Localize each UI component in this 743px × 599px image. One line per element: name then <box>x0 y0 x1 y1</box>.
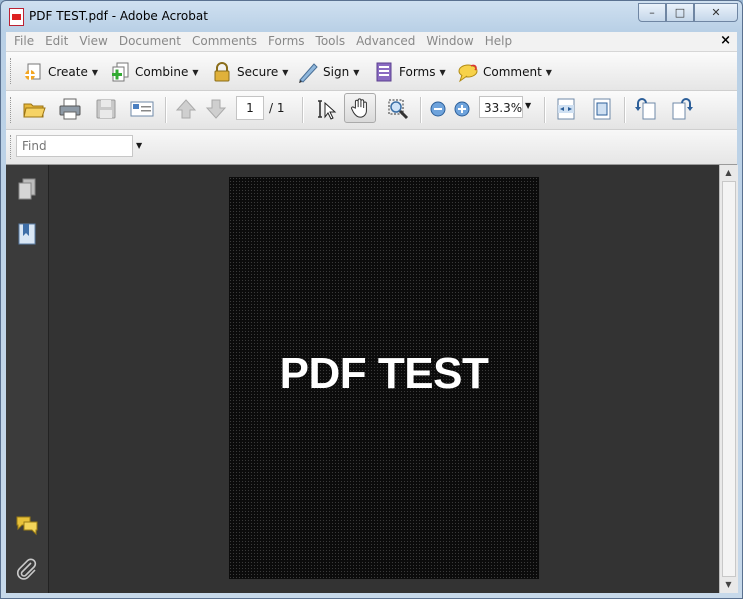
scroll-thumb[interactable] <box>722 181 736 577</box>
lock-icon <box>214 62 230 82</box>
page-total: / 1 <box>269 101 285 115</box>
combine-icon <box>112 62 129 82</box>
fit-page-icon[interactable] <box>590 97 614 121</box>
hand-tool-icon <box>351 98 367 118</box>
toolbar-grip[interactable] <box>10 135 14 159</box>
pdf-app-icon <box>9 8 24 26</box>
navigation-pane <box>6 165 49 593</box>
comments-icon[interactable] <box>15 513 39 537</box>
select-tool-icon[interactable] <box>314 97 338 121</box>
toolbar-grip[interactable] <box>10 97 14 123</box>
fit-width-icon[interactable] <box>554 97 578 121</box>
menu-edit[interactable]: Edit <box>45 32 68 51</box>
rotate-cw-icon[interactable] <box>670 97 694 121</box>
forms-button[interactable]: Forms ▼ <box>373 61 446 83</box>
acrobat-window: PDF TEST.pdf - Adobe Acrobat – □ ✕ File E… <box>0 0 743 599</box>
title-bar: PDF TEST.pdf - Adobe Acrobat – □ ✕ <box>1 1 742 31</box>
scroll-down-arrow[interactable]: ▼ <box>720 577 737 593</box>
open-icon[interactable] <box>22 97 46 121</box>
page-number-input[interactable]: 1 <box>236 96 264 120</box>
close-window-button[interactable]: ✕ <box>694 3 738 22</box>
pages-icon[interactable] <box>15 177 39 201</box>
vertical-scrollbar[interactable]: ▲ ▼ <box>719 165 738 593</box>
zoom-out-icon[interactable] <box>426 97 450 121</box>
menu-comments[interactable]: Comments <box>192 32 257 51</box>
menu-file[interactable]: File <box>14 32 34 51</box>
find-input[interactable] <box>17 136 132 156</box>
comment-label: Comment <box>483 65 542 79</box>
sign-button[interactable]: Sign ▼ <box>297 61 359 83</box>
create-label: Create <box>48 65 88 79</box>
forms-label: Forms <box>399 65 436 79</box>
hand-tool-button[interactable] <box>344 93 376 123</box>
rotate-ccw-icon[interactable] <box>634 97 658 121</box>
sign-label: Sign <box>323 65 350 79</box>
pen-icon <box>299 63 318 83</box>
toolbar-grip[interactable] <box>10 58 14 84</box>
maximize-button[interactable]: □ <box>666 3 694 22</box>
close-document-button[interactable]: × <box>720 33 731 48</box>
create-icon <box>25 63 41 80</box>
menu-advanced[interactable]: Advanced <box>356 32 415 51</box>
tasks-toolbar: Create ▼ Combine ▼ Secure ▼ Sign ▼ Forms ▼ Co… <box>6 52 737 91</box>
combine-label: Combine <box>135 65 189 79</box>
create-button[interactable]: Create ▼ <box>22 61 98 83</box>
zoom-tool-icon[interactable] <box>386 97 410 121</box>
email-icon[interactable] <box>130 97 154 121</box>
menu-view[interactable]: View <box>79 32 107 51</box>
zoom-dropdown[interactable]: ▼ <box>525 101 531 110</box>
forms-icon <box>376 62 392 82</box>
find-dropdown[interactable]: ▼ <box>136 141 142 150</box>
scroll-up-arrow[interactable]: ▲ <box>720 165 737 181</box>
menu-document[interactable]: Document <box>119 32 181 51</box>
menu-bar: File Edit View Document Comments Forms Tools Ad… <box>6 32 737 52</box>
window-title: PDF TEST.pdf - Adobe Acrobat <box>29 9 208 23</box>
print-icon[interactable] <box>58 97 82 121</box>
file-toolbar: 1 / 1 33.3% ▼ <box>6 91 737 130</box>
pdf-page: PDF TEST <box>229 177 539 579</box>
comment-button[interactable]: Comment ▼ <box>457 61 552 83</box>
find-field[interactable] <box>16 135 133 157</box>
bookmarks-icon[interactable] <box>15 222 39 246</box>
secure-button[interactable]: Secure ▼ <box>211 61 288 83</box>
secure-label: Secure <box>237 65 279 79</box>
combine-button[interactable]: Combine ▼ <box>109 61 199 83</box>
minimize-button[interactable]: – <box>638 3 666 22</box>
save-icon[interactable] <box>94 97 118 121</box>
zoom-level-input[interactable]: 33.3% <box>479 96 523 118</box>
zoom-in-icon[interactable] <box>450 97 474 121</box>
next-page-icon[interactable] <box>204 97 228 121</box>
menu-tools[interactable]: Tools <box>316 32 346 51</box>
attachments-icon[interactable] <box>15 557 39 581</box>
page-content-text: PDF TEST <box>279 349 489 398</box>
comment-icon <box>458 64 478 83</box>
menu-forms[interactable]: Forms <box>268 32 304 51</box>
menu-help[interactable]: Help <box>485 32 512 51</box>
menu-window[interactable]: Window <box>426 32 473 51</box>
find-toolbar: ▼ <box>6 130 737 165</box>
prev-page-icon[interactable] <box>174 97 198 121</box>
document-viewer[interactable]: PDF TEST <box>49 165 719 593</box>
